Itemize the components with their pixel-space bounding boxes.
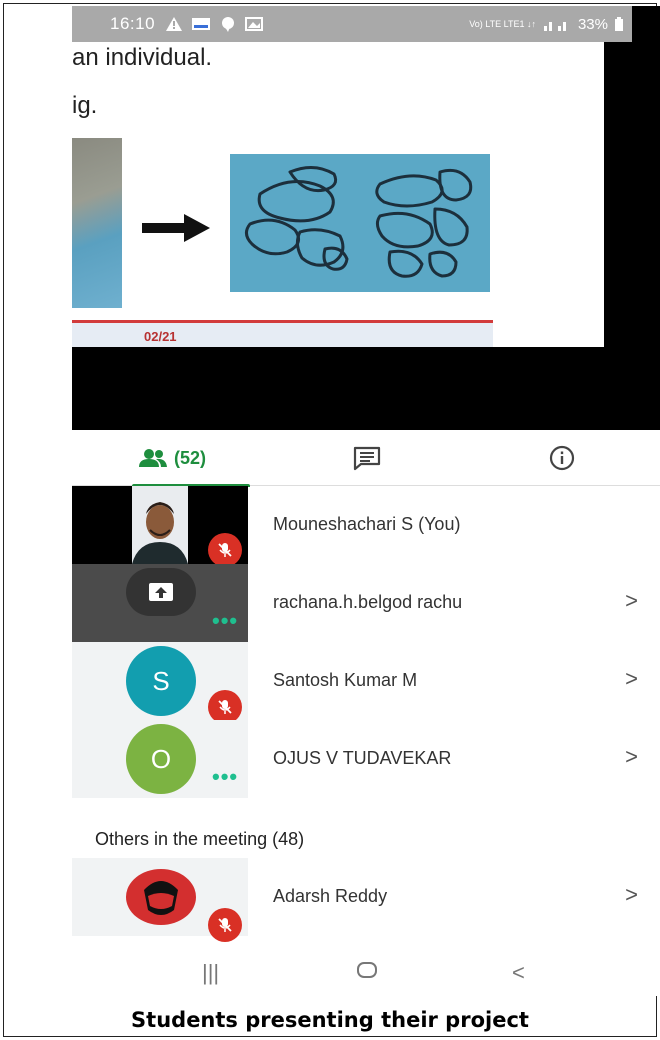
system-nav-bar: ||| < — [72, 952, 660, 996]
chat-icon — [353, 446, 381, 471]
participant-row-self[interactable]: Mouneshachari S (You) — [72, 486, 660, 567]
network-indicator: Vo) LTE LTE1 ↓↑ — [469, 18, 536, 29]
tab-chat[interactable] — [342, 430, 392, 486]
back-button[interactable]: < — [512, 960, 525, 986]
status-time: 16:10 — [110, 14, 156, 33]
arrow-right-icon — [142, 214, 210, 242]
presenting-badge — [126, 568, 196, 616]
participant-row-presenter[interactable]: ••• rachana.h.belgod rachu > — [72, 564, 660, 642]
slide-footer — [72, 323, 493, 347]
self-video-tile — [72, 486, 248, 567]
slide-page-number: 02/21 — [144, 329, 177, 344]
battery-icon — [615, 17, 623, 31]
slide-text-line-2: ig. — [72, 92, 98, 119]
self-video-avatar — [132, 486, 188, 564]
present-screen-icon — [149, 583, 173, 601]
avatar: O — [126, 724, 196, 794]
mic-off-icon — [208, 690, 242, 724]
image-notification-icon — [245, 17, 264, 31]
home-icon — [357, 962, 377, 978]
info-icon — [549, 445, 575, 471]
more-dots-icon: ••• — [212, 764, 239, 789]
participant-tile: O ••• — [72, 720, 248, 798]
notification-icons — [165, 16, 264, 32]
signal-icon — [543, 22, 566, 31]
participant-name: rachana.h.belgod rachu — [273, 592, 463, 612]
chevron-right-icon[interactable]: > — [625, 588, 638, 614]
tab-people[interactable]: (52) — [112, 430, 250, 487]
chevron-right-icon[interactable]: > — [625, 666, 638, 692]
presentation-video[interactable]: an individual. ig. 02/21 16:10 Vo) LTE L… — [72, 6, 660, 430]
slide-text-line-1: an individual. — [72, 44, 213, 71]
mic-off-icon — [208, 908, 242, 942]
participant-name: Adarsh Reddy — [273, 886, 388, 906]
avatar — [126, 869, 196, 925]
battery-percent: 33% — [577, 15, 608, 33]
meeting-tabs: (52) — [72, 430, 660, 487]
participant-row[interactable]: O ••• OJUS V TUDAVEKAR > — [72, 720, 660, 798]
chat-notification-icon — [222, 17, 235, 32]
chevron-right-icon[interactable]: > — [625, 744, 638, 770]
people-icon — [138, 449, 167, 467]
shared-slide: an individual. ig. 02/21 — [72, 42, 604, 347]
app-notification-icon — [192, 18, 211, 30]
others-section-header: Others in the meeting (48) — [95, 829, 305, 849]
chromosome-image — [230, 154, 490, 292]
chevron-right-icon[interactable]: > — [625, 882, 638, 908]
warning-icon — [166, 17, 183, 31]
presenter-tile: ••• — [72, 564, 248, 642]
phone-screenshot: an individual. ig. 02/21 16:10 Vo) LTE L… — [72, 6, 660, 996]
status-bar: 16:10 Vo) LTE LTE1 ↓↑ 33% — [72, 6, 632, 42]
participant-row[interactable]: S Santosh Kumar M > — [72, 642, 660, 724]
recents-button[interactable]: ||| — [202, 960, 219, 986]
home-button[interactable] — [355, 958, 379, 988]
participant-name: OJUS V TUDAVEKAR — [273, 748, 452, 768]
participant-name: Mouneshachari S (You) — [273, 514, 461, 534]
participant-count: (52) — [173, 447, 206, 468]
mic-off-icon — [208, 533, 242, 567]
participant-row[interactable]: Adarsh Reddy > — [72, 858, 660, 942]
tab-info[interactable] — [537, 430, 587, 486]
avatar: S — [126, 646, 196, 716]
status-right: Vo) LTE LTE1 ↓↑ 33% — [469, 16, 624, 33]
slide-photo — [72, 138, 122, 308]
figure-caption: Students presenting their project — [131, 1008, 529, 1032]
participant-name: Santosh Kumar M — [273, 670, 418, 690]
participant-tile: S — [72, 642, 248, 724]
participant-tile — [72, 858, 248, 942]
more-dots-icon: ••• — [212, 608, 239, 633]
